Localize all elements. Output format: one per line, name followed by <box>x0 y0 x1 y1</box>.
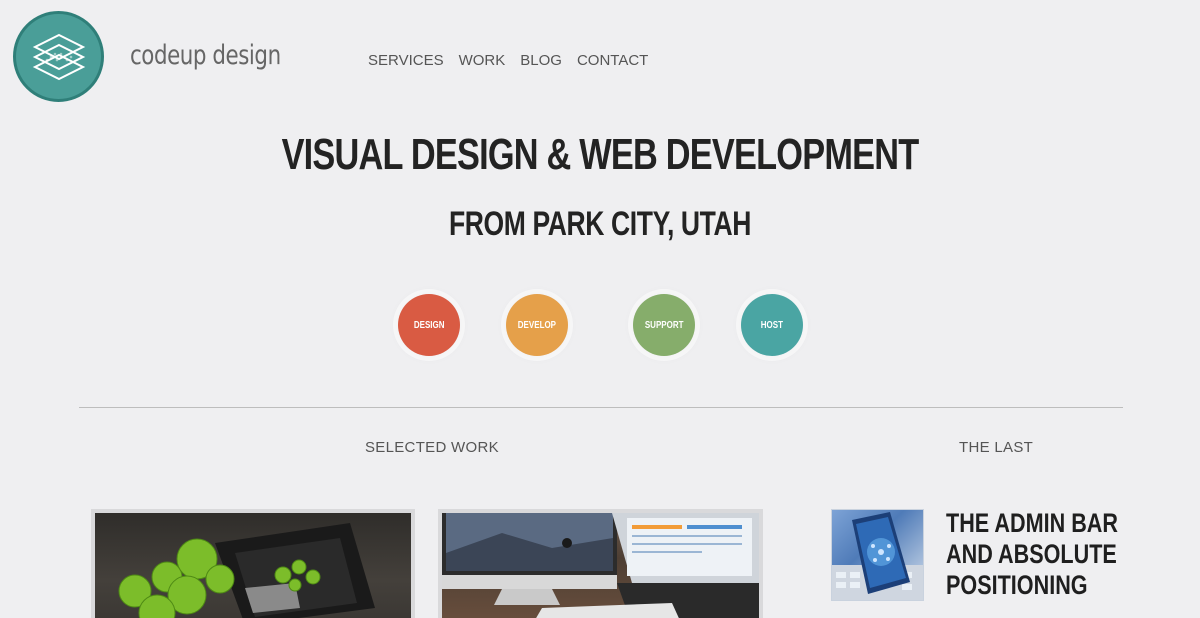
service-label: SUPPORT <box>644 319 684 331</box>
the-last-heading: THE LAST <box>959 439 1034 456</box>
apples-illustration <box>118 523 375 618</box>
nav-services[interactable]: SERVICES <box>368 52 444 69</box>
service-develop-button[interactable]: DEVELOP <box>506 294 568 356</box>
work-card-workspace[interactable] <box>438 509 763 618</box>
nav-blog[interactable]: BLOG <box>520 52 562 69</box>
work-image-workspace <box>442 513 759 618</box>
service-design-button[interactable]: DESIGN <box>398 294 460 356</box>
service-label: DEVELOP <box>517 319 557 331</box>
section-divider <box>79 407 1123 408</box>
brand-name[interactable]: codeup design <box>130 40 281 71</box>
phone-illustration <box>832 512 923 600</box>
layers-icon <box>32 33 85 80</box>
hero-title: VISUAL DESIGN & WEB DEVELOPMENT <box>281 130 920 179</box>
hero-subtitle: FROM PARK CITY, UTAH <box>448 205 752 243</box>
selected-work-heading: SELECTED WORK <box>365 439 499 456</box>
service-label: HOST <box>760 319 784 331</box>
service-label: DESIGN <box>413 319 445 331</box>
blog-post-title[interactable]: THE ADMIN BAR AND ABSOLUTE POSITIONING <box>946 508 1166 601</box>
service-host-button[interactable]: HOST <box>741 294 803 356</box>
logo[interactable] <box>13 11 104 102</box>
nav-contact[interactable]: CONTACT <box>577 52 648 69</box>
main-nav: SERVICES WORK BLOG CONTACT <box>368 52 648 69</box>
work-image-apples <box>95 513 411 618</box>
service-support-button[interactable]: SUPPORT <box>633 294 695 356</box>
blog-thumbnail[interactable] <box>831 509 924 601</box>
work-card-apples[interactable] <box>91 509 415 618</box>
nav-work[interactable]: WORK <box>459 52 506 69</box>
workspace-illustration <box>442 513 759 618</box>
